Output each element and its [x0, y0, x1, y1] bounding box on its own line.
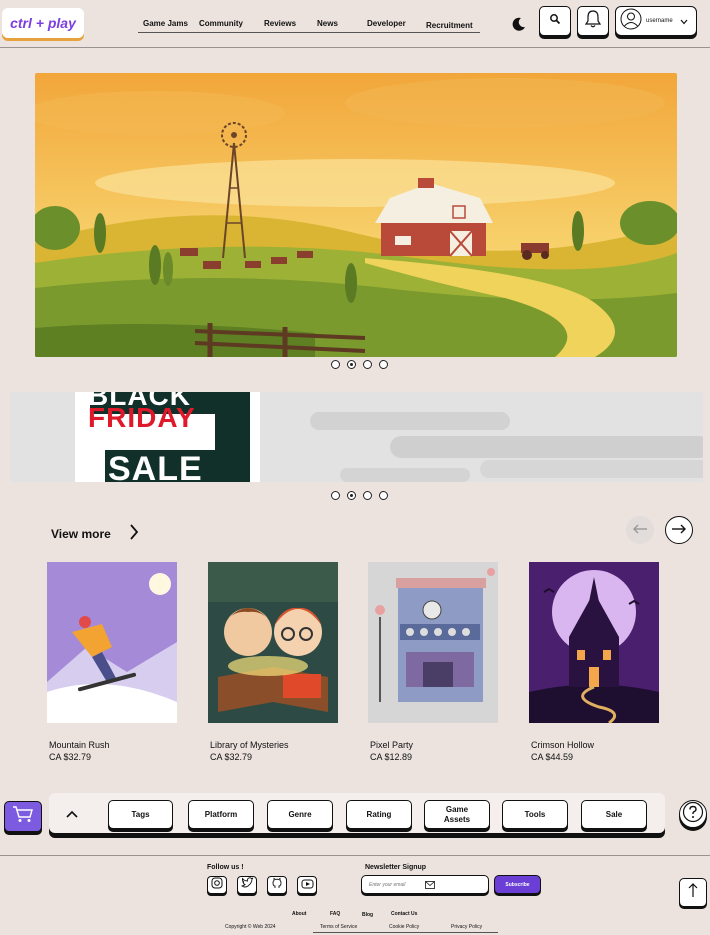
legal-link-privacy[interactable]: Privacy Policy [451, 924, 482, 930]
filter-game-assets[interactable]: Game Assets [424, 800, 490, 829]
nav-item-game-jams[interactable]: Game Jams [143, 19, 188, 28]
newsletter-label: Newsletter Signup [365, 864, 427, 871]
twitter-button[interactable] [237, 876, 257, 894]
product-card-pixel-party[interactable]: Pixel Party CA $12.89 [368, 562, 498, 762]
newsletter-email-field[interactable] [361, 875, 489, 894]
arrow-up-icon [687, 882, 699, 903]
footer-link-contact[interactable]: Contact Us [391, 911, 417, 917]
mail-icon [425, 876, 435, 894]
notifications-button[interactable] [577, 6, 609, 36]
product-title: Pixel Party [370, 740, 414, 750]
main-nav: Game Jams Community Reviews News Develop… [138, 14, 480, 33]
product-image [368, 562, 498, 723]
collapse-filters-button[interactable] [62, 806, 82, 822]
carousel-dot[interactable] [379, 491, 388, 500]
filter-sale[interactable]: Sale [581, 800, 647, 829]
legal-divider [313, 932, 498, 933]
carousel-dot[interactable] [379, 360, 388, 369]
promo-carousel-dots [331, 491, 388, 500]
chevron-up-icon [62, 809, 82, 826]
question-icon [682, 801, 704, 828]
instagram-icon [211, 876, 223, 894]
chevron-down-icon [680, 12, 688, 30]
twitter-icon [240, 876, 254, 894]
chevron-right-icon [129, 523, 139, 544]
product-image [529, 562, 659, 723]
carousel-dot-active[interactable] [347, 491, 356, 500]
site-logo[interactable]: ctrl + play [2, 8, 84, 38]
help-button[interactable] [679, 800, 707, 828]
nav-item-developer[interactable]: Developer [367, 19, 406, 28]
cart-button[interactable] [4, 801, 42, 832]
carousel-dot[interactable] [363, 360, 372, 369]
filter-platform[interactable]: Platform [188, 800, 254, 829]
filter-rating[interactable]: Rating [346, 800, 412, 829]
nav-item-community[interactable]: Community [199, 19, 243, 28]
product-price: CA $32.79 [210, 752, 253, 762]
products-next-button[interactable] [665, 516, 693, 544]
github-button[interactable] [267, 876, 287, 894]
email-input[interactable] [369, 881, 419, 888]
nav-item-reviews[interactable]: Reviews [264, 19, 296, 28]
product-card-mountain-rush[interactable]: Mountain Rush CA $32.79 [47, 562, 177, 762]
footer-link-blog[interactable]: Blog [362, 912, 373, 918]
nav-item-recruitment[interactable]: Recruitment [426, 21, 473, 30]
nav-item-news[interactable]: News [317, 19, 338, 28]
carousel-dot[interactable] [331, 491, 340, 500]
legal-link-cookies[interactable]: Cookie Policy [389, 924, 419, 930]
promo-line-sale: SALE [108, 450, 203, 482]
legal-link-terms[interactable]: Terms of Service [320, 924, 357, 930]
avatar-icon [620, 8, 642, 35]
footer-divider [0, 855, 710, 856]
hero-banner[interactable] [35, 73, 677, 357]
site-header: ctrl + play Game Jams Community Reviews … [0, 0, 710, 48]
youtube-button[interactable] [297, 876, 317, 894]
instagram-button[interactable] [207, 876, 227, 894]
youtube-icon [301, 876, 314, 894]
view-more-label: View more [51, 526, 111, 541]
moon-icon[interactable] [511, 16, 527, 32]
username-label: username [646, 18, 673, 24]
copyright-text: Copyright © Web 2024 [225, 924, 276, 930]
product-image [47, 562, 177, 723]
subscribe-button[interactable]: Subscribe [494, 875, 541, 894]
view-more-link[interactable]: View more [51, 523, 139, 544]
product-title: Library of Mysteries [210, 740, 289, 750]
footer-link-faq[interactable]: FAQ [330, 911, 340, 917]
products-prev-button[interactable] [626, 516, 654, 544]
filter-tools[interactable]: Tools [502, 800, 568, 829]
search-icon [549, 12, 561, 30]
product-image [208, 562, 338, 723]
product-price: CA $32.79 [49, 752, 92, 762]
carousel-dot[interactable] [363, 491, 372, 500]
product-price: CA $12.89 [370, 752, 413, 762]
carousel-dot[interactable] [331, 360, 340, 369]
cart-icon [12, 805, 34, 828]
promo-banner[interactable]: BLACK FRIDAY SALE [10, 392, 703, 482]
product-price: CA $44.59 [531, 752, 574, 762]
follow-label: Follow us ! [207, 864, 244, 871]
filter-tags[interactable]: Tags [108, 800, 173, 829]
product-title: Crimson Hollow [531, 740, 595, 750]
product-card-crimson-hollow[interactable]: Crimson Hollow CA $44.59 [529, 562, 659, 762]
footer-link-about[interactable]: About [292, 911, 306, 917]
arrow-right-icon [671, 521, 687, 539]
filter-genre[interactable]: Genre [267, 800, 333, 829]
scroll-to-top-button[interactable] [679, 878, 707, 907]
github-icon [271, 876, 283, 894]
product-title: Mountain Rush [49, 740, 110, 750]
product-card-library-of-mysteries[interactable]: Library of Mysteries CA $32.79 [208, 562, 338, 762]
search-button[interactable] [539, 6, 571, 36]
arrow-left-icon [632, 521, 648, 539]
hero-carousel-dots [331, 360, 388, 369]
bell-icon [584, 9, 602, 34]
promo-line-friday: FRIDAY [88, 402, 196, 433]
user-menu-button[interactable]: username [615, 6, 697, 36]
farm-illustration [35, 73, 677, 357]
carousel-dot-active[interactable] [347, 360, 356, 369]
